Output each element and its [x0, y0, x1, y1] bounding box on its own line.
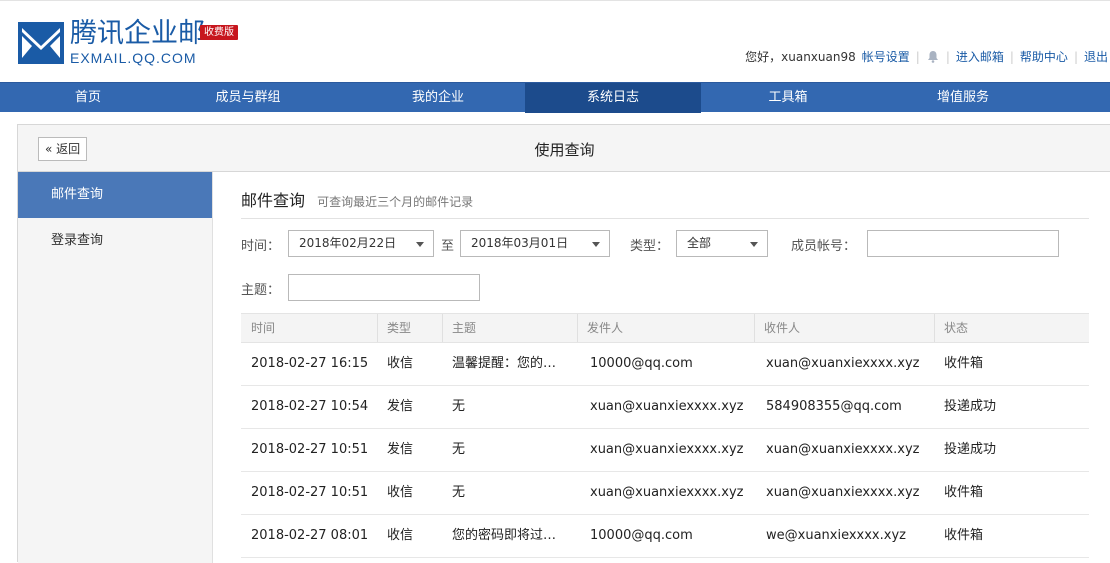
nav-home[interactable]: 首页	[0, 83, 176, 113]
cell-sender: 10000@qq.com	[590, 356, 693, 371]
start-date-value: 2018年02月22日	[299, 236, 397, 250]
cell-recipient: xuan@xuanxiexxxx.xyz	[766, 356, 920, 371]
table-row[interactable]: 2018-02-27 08:01 收信 您的密码即将过… 10000@qq.co…	[241, 515, 1089, 558]
sidebar-item-login-query[interactable]: 登录查询	[18, 218, 212, 264]
time-label: 时间：	[241, 239, 281, 254]
help-center-link[interactable]: 帮助中心	[1020, 48, 1068, 65]
edition-badge: 收费版	[200, 25, 238, 40]
cell-time: 2018-02-27 10:54	[251, 399, 369, 414]
greeting: 您好，xuanxuan98	[745, 50, 856, 64]
member-account-input[interactable]	[867, 230, 1059, 257]
cell-sender: xuan@xuanxiexxxx.xyz	[590, 399, 744, 414]
col-sender: 发件人	[577, 314, 623, 342]
title-bar: « 返回 使用查询	[18, 125, 1110, 172]
nav-toolbox[interactable]: 工具箱	[700, 83, 876, 113]
main-nav: 首页 成员与群组 我的企业 系统日志 工具箱 增值服务	[0, 82, 1110, 113]
cell-subject: 您的密码即将过…	[452, 528, 557, 543]
col-status: 状态	[934, 314, 968, 342]
user-bar: 您好，xuanxuan98 帐号设置 | | 进入邮箱 | 帮助中心 | 退出	[745, 48, 1108, 65]
cell-status: 收件箱	[944, 356, 984, 371]
start-date-select[interactable]: 2018年02月22日	[288, 230, 434, 257]
end-date-value: 2018年03月01日	[471, 236, 569, 250]
content-frame: « 返回 使用查询 邮件查询 登录查询 邮件查询 可查询最近三个月的邮件记录 时…	[17, 124, 1110, 563]
cell-recipient: 584908355@qq.com	[766, 399, 902, 414]
table-row[interactable]: 2018-02-27 10:51 发信 无 xuan@xuanxiexxxx.x…	[241, 429, 1089, 472]
cell-status: 投递成功	[944, 442, 997, 457]
logout-link[interactable]: 退出	[1084, 48, 1108, 65]
cell-time: 2018-02-27 08:01	[251, 528, 369, 543]
divider: |	[1073, 49, 1078, 64]
cell-recipient: xuan@xuanxiexxxx.xyz	[766, 485, 920, 500]
cell-type: 发信	[387, 442, 414, 457]
bell-icon[interactable]	[927, 50, 939, 63]
table-row[interactable]: 2018-02-27 10:54 发信 无 xuan@xuanxiexxxx.x…	[241, 386, 1089, 429]
page-title: 使用查询	[534, 141, 595, 159]
brand-logo[interactable]: 腾讯企业邮 收费版 EXMAIL.QQ.COM	[18, 19, 278, 69]
cell-type: 收信	[387, 528, 414, 543]
header: 腾讯企业邮 收费版 EXMAIL.QQ.COM 您好，xuanxuan98 帐号…	[0, 0, 1110, 82]
cell-recipient: we@xuanxiexxxx.xyz	[766, 528, 906, 543]
cell-subject: 无	[452, 485, 466, 500]
table-row[interactable]: 2018-02-27 10:51 收信 无 xuan@xuanxiexxxx.x…	[241, 472, 1089, 515]
chevron-down-icon	[416, 242, 424, 247]
nav-system-log[interactable]: 系统日志	[525, 83, 701, 113]
divider: |	[915, 49, 920, 64]
cell-type: 收信	[387, 356, 414, 371]
divider: |	[1009, 49, 1014, 64]
section-title: 邮件查询	[241, 191, 306, 210]
cell-status: 收件箱	[944, 528, 984, 543]
cell-subject: 无	[452, 442, 466, 457]
section-header: 邮件查询 可查询最近三个月的邮件记录	[241, 187, 1089, 219]
type-label: 类型：	[630, 239, 670, 254]
cell-time: 2018-02-27 16:15	[251, 356, 369, 371]
member-account-label: 成员帐号：	[791, 239, 857, 254]
cell-status: 收件箱	[944, 485, 984, 500]
cell-type: 发信	[387, 399, 414, 414]
account-settings-link[interactable]: 帐号设置	[862, 48, 910, 65]
type-select[interactable]: 全部	[676, 230, 768, 257]
divider: |	[945, 49, 950, 64]
nav-members-groups[interactable]: 成员与群组	[160, 83, 336, 113]
cell-recipient: xuan@xuanxiexxxx.xyz	[766, 442, 920, 457]
cell-sender: 10000@qq.com	[590, 528, 693, 543]
col-subject: 主题	[442, 314, 476, 342]
chevron-down-icon	[592, 242, 600, 247]
cell-time: 2018-02-27 10:51	[251, 485, 369, 500]
col-type: 类型	[377, 314, 411, 342]
col-time: 时间	[251, 321, 276, 335]
subject-label: 主题：	[241, 283, 281, 298]
mail-log-table: 时间 类型 主题 发件人 收件人 状态 2018-02-27 16:15 收信 …	[241, 313, 1089, 558]
enter-mailbox-link[interactable]: 进入邮箱	[956, 48, 1004, 65]
cell-type: 收信	[387, 485, 414, 500]
cell-time: 2018-02-27 10:51	[251, 442, 369, 457]
brand-name: 腾讯企业邮	[70, 18, 205, 49]
nav-my-enterprise[interactable]: 我的企业	[350, 83, 526, 113]
main-panel: 邮件查询 可查询最近三个月的邮件记录 时间： 2018年02月22日 至 201…	[241, 172, 1089, 563]
cell-sender: xuan@xuanxiexxxx.xyz	[590, 442, 744, 457]
section-hint: 可查询最近三个月的邮件记录	[317, 195, 474, 209]
envelope-logo-icon	[18, 22, 64, 64]
end-date-select[interactable]: 2018年03月01日	[460, 230, 610, 257]
subject-input[interactable]	[288, 274, 480, 301]
type-value: 全部	[687, 236, 712, 250]
cell-subject: 温馨提醒：您的…	[452, 356, 557, 371]
chevron-down-icon	[750, 242, 758, 247]
table-row[interactable]: 2018-02-27 16:15 收信 温馨提醒：您的… 10000@qq.co…	[241, 343, 1089, 386]
table-header: 时间 类型 主题 发件人 收件人 状态	[241, 313, 1089, 343]
brand-domain: EXMAIL.QQ.COM	[70, 50, 197, 66]
cell-subject: 无	[452, 399, 466, 414]
nav-value-added-services[interactable]: 增值服务	[875, 83, 1051, 113]
cell-sender: xuan@xuanxiexxxx.xyz	[590, 485, 744, 500]
to-label: 至	[441, 239, 455, 254]
sidebar: 邮件查询 登录查询	[18, 172, 213, 563]
cell-status: 投递成功	[944, 399, 997, 414]
sidebar-item-mail-query[interactable]: 邮件查询	[18, 172, 212, 218]
col-recipient: 收件人	[754, 314, 800, 342]
